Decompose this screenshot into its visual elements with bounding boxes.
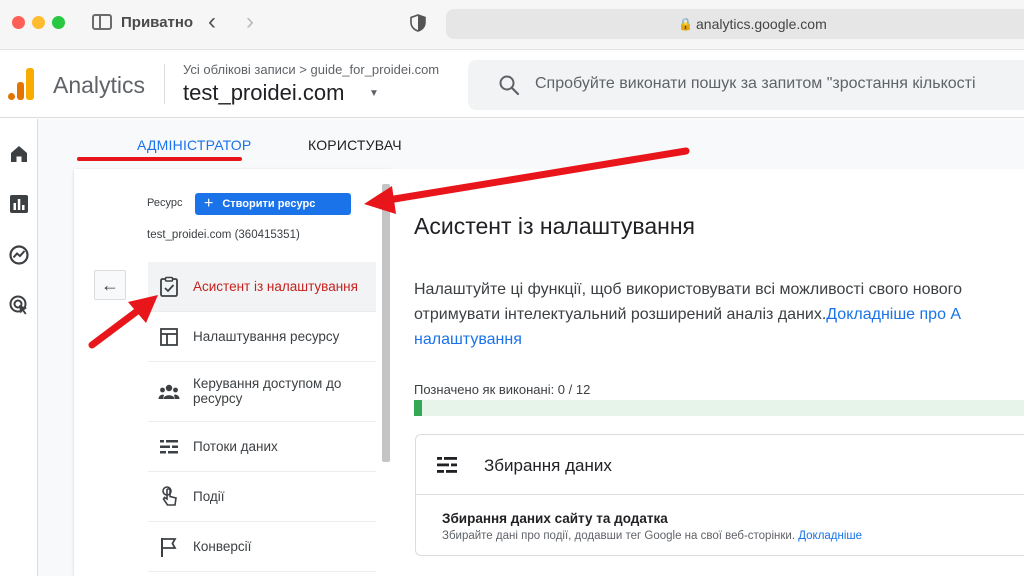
close-window-button[interactable] <box>12 16 25 29</box>
layout-icon <box>160 328 178 346</box>
advertising-icon[interactable] <box>8 294 30 316</box>
lock-icon: 🔒 <box>678 17 693 31</box>
forward-chevron-icon[interactable]: › <box>246 9 254 35</box>
menu-label: Керування доступом до ресурсу <box>193 376 342 406</box>
tab-admin[interactable]: АДМІНІСТРАТОР <box>137 137 251 153</box>
collapse-back-button[interactable]: ← <box>94 270 126 300</box>
data-collection-card: Збирання даних Збирання даних сайту та д… <box>415 434 1024 556</box>
learn-more-link[interactable]: Докладніше про А <box>826 306 961 323</box>
minimize-window-button[interactable] <box>32 16 45 29</box>
search-icon <box>499 75 520 96</box>
menu-item-conversions[interactable]: Конверсії <box>148 522 376 572</box>
menu-item-setup-assistant[interactable]: Асистент із налаштування <box>148 262 376 312</box>
data-streams-icon <box>437 457 457 473</box>
card-header[interactable]: Збирання даних <box>416 435 1024 495</box>
touch-icon <box>162 486 177 506</box>
card-item-text: Збирайте дані про події, додавши тег Goo… <box>442 530 799 542</box>
menu-label: Конверсії <box>193 539 252 554</box>
card-title: Збирання даних <box>484 456 612 475</box>
maximize-window-button[interactable] <box>52 16 65 29</box>
menu-item-property-settings[interactable]: Налаштування ресурсу <box>148 312 376 362</box>
setup-progress-fill <box>414 400 422 416</box>
search-placeholder: Спробуйте виконати пошук за запитом "зро… <box>535 75 976 92</box>
create-property-label: Створити ресурс <box>222 198 316 210</box>
learn-more-link-continued[interactable]: налаштування <box>414 331 522 348</box>
caret-down-icon[interactable]: ▼ <box>369 88 379 99</box>
admin-tab-highlight <box>77 157 242 161</box>
arrow-left-icon: ← <box>101 274 119 295</box>
menu-label: Потоки даних <box>193 439 278 454</box>
property-id[interactable]: test_proidei.com (360415351) <box>147 229 300 241</box>
tab-user[interactable]: КОРИСТУВАЧ <box>308 137 402 153</box>
shield-icon[interactable] <box>410 14 426 32</box>
breadcrumb[interactable]: Усі облікові записи > guide_for_proidei.… <box>183 62 439 77</box>
reports-icon[interactable] <box>8 193 30 215</box>
admin-tabs: АДМІНІСТРАТОР КОРИСТУВАЧ <box>38 119 1024 169</box>
card-learn-more-link[interactable]: Докладніше <box>798 530 862 542</box>
card-item-title[interactable]: Збирання даних сайту та додатка <box>442 511 668 526</box>
checklist-icon <box>160 276 178 297</box>
flag-icon <box>161 538 177 557</box>
people-icon <box>158 384 180 399</box>
setup-assistant-panel: Асистент із налаштування Налаштуйте ці ф… <box>392 169 1024 576</box>
search-input[interactable]: Спробуйте виконати пошук за запитом "зро… <box>468 60 1024 110</box>
data-streams-icon <box>160 440 178 454</box>
property-column: Ресурс + Створити ресурс test_proidei.co… <box>74 169 392 576</box>
description-line-1: Налаштуйте ці функції, щоб використовува… <box>414 281 963 298</box>
menu-label: Налаштування ресурсу <box>193 329 340 344</box>
description-line-2: отримувати інтелектуальний розширений ан… <box>414 306 827 323</box>
home-icon[interactable] <box>8 143 30 165</box>
menu-item-access-management[interactable]: Керування доступом до ресурсу <box>148 362 376 422</box>
product-name[interactable]: Analytics <box>53 72 145 99</box>
address-bar[interactable]: 🔒 analytics.google.com <box>446 9 1024 39</box>
sidebar-toggle-icon[interactable] <box>92 14 112 30</box>
plus-icon: + <box>204 195 214 212</box>
menu-item-events[interactable]: Події <box>148 472 376 522</box>
property-selector[interactable]: test_proidei.com <box>183 80 344 106</box>
resource-label: Ресурс <box>147 197 183 209</box>
create-property-button[interactable]: + Створити ресурс <box>195 193 351 215</box>
url-text: analytics.google.com <box>696 16 827 32</box>
analytics-header: Analytics Усі облікові записи > guide_fo… <box>0 50 1024 118</box>
column-scrollbar[interactable] <box>382 184 390 462</box>
page-title: Асистент із налаштування <box>414 213 695 239</box>
explore-icon[interactable] <box>8 244 30 266</box>
private-mode-label: Приватно <box>121 14 194 31</box>
setup-description: Налаштуйте ці функції, щоб використовува… <box>414 277 1024 352</box>
menu-label: Події <box>193 489 225 504</box>
menu-label: Асистент із налаштування <box>193 279 358 294</box>
left-nav-rail <box>0 119 38 576</box>
browser-toolbar: Приватно ‹ › 🔒 analytics.google.com <box>0 0 1024 50</box>
card-item-description: Збирайте дані про події, додавши тег Goo… <box>442 530 862 542</box>
menu-item-data-streams[interactable]: Потоки даних <box>148 422 376 472</box>
setup-progress-bar <box>414 400 1024 416</box>
analytics-logo-icon[interactable] <box>8 68 34 100</box>
back-chevron-icon[interactable]: ‹ <box>208 9 216 35</box>
header-divider <box>164 64 165 104</box>
completed-count-label: Позначено як виконані: 0 / 12 <box>414 382 591 397</box>
